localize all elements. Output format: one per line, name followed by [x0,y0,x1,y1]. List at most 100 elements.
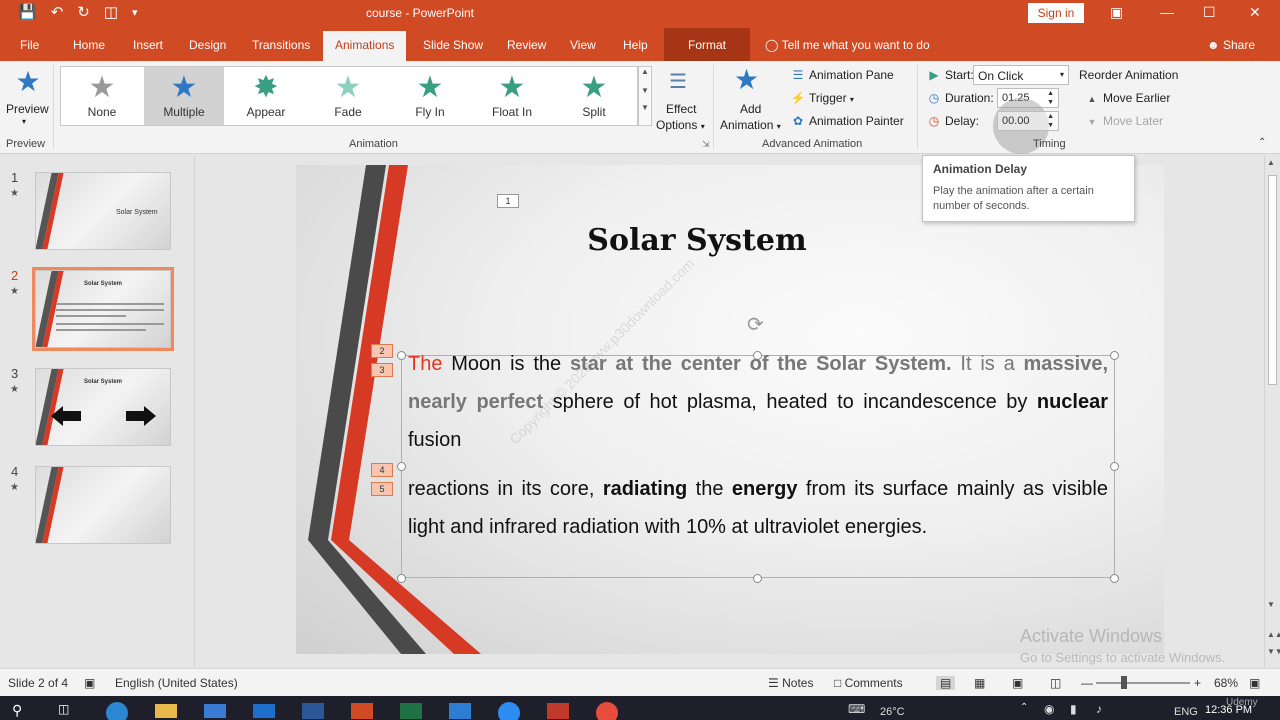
powerpoint-icon[interactable] [351,703,373,719]
resize-handle[interactable] [397,351,406,360]
animation-tag[interactable]: 2 [371,344,393,358]
rotate-handle-icon[interactable]: ⟳ [747,312,764,337]
effect-options-icon[interactable]: ☰ [669,69,687,94]
minimize-icon[interactable]: — [1160,4,1174,20]
tab-help[interactable]: Help [623,38,648,52]
tab-format[interactable]: Format [664,28,751,61]
previous-slide-icon[interactable]: ▲▲ [1267,630,1280,639]
next-slide-icon[interactable]: ▼▼ [1267,647,1280,656]
slide-show-view-icon[interactable]: ◫ [1050,676,1061,690]
animation-multiple[interactable]: ★ Multiple [144,67,224,125]
resize-handle[interactable] [753,574,762,583]
add-animation-button[interactable]: Animation ▾ [720,118,781,132]
tab-transitions[interactable]: Transitions [252,38,310,52]
notes-button[interactable]: ☰ Notes [768,676,813,690]
gallery-up-icon[interactable]: ▲ [639,67,651,76]
resize-handle[interactable] [1110,462,1119,471]
tab-slide-show[interactable]: Slide Show [423,38,483,52]
ribbon-display-icon[interactable]: ▣ [1110,4,1123,21]
tell-me-search[interactable]: ◯ Tell me what you want to do [765,38,930,52]
scroll-thumb[interactable] [1268,175,1277,385]
input-language[interactable]: ENG [1174,706,1198,718]
tray-chevron-icon[interactable]: ⌃ [1020,702,1042,720]
search-icon[interactable]: ⚲ [12,702,34,720]
mail-icon[interactable] [253,704,275,718]
preview-button[interactable]: ★ [10,67,46,97]
tab-file[interactable]: File [20,38,39,52]
task-view-icon[interactable]: ◫ [58,702,80,720]
slide-sorter-icon[interactable]: ▦ [974,676,985,690]
animation-fade[interactable]: ★ Fade [308,67,388,125]
effect-options-button[interactable]: Options ▾ [656,118,705,132]
animation-painter-button[interactable]: ✿ Animation Painter [790,114,904,128]
comments-button[interactable]: □ Comments [834,676,903,690]
paragraph-1[interactable]: The Moon is the star at the center of th… [408,345,1108,459]
delay-spinner[interactable]: 00.00 ▲ ▼ [997,111,1059,131]
add-animation-star-icon[interactable]: ★ [734,65,759,95]
normal-view-icon[interactable]: ▤ [936,676,956,690]
dialog-launcher-icon[interactable]: ⇲ [702,139,710,150]
app-icon[interactable] [449,703,471,719]
collapse-ribbon-icon[interactable]: ⌃ [1258,137,1266,148]
scroll-down-icon[interactable]: ▼ [1267,600,1275,609]
zoom-out-icon[interactable]: — [1081,676,1093,690]
add-animation-label1[interactable]: Add [740,102,761,116]
effect-options-label1[interactable]: Effect [666,102,696,116]
start-dropdown[interactable]: On Click ▾ [973,65,1069,85]
gallery-down-icon[interactable]: ▼ [639,86,651,95]
slide-thumbnail-3[interactable]: Solar System [35,368,171,446]
scroll-up-icon[interactable]: ▲ [1267,158,1275,167]
file-explorer-icon[interactable] [155,704,177,718]
maximize-icon[interactable]: ☐ [1203,4,1216,21]
tab-design[interactable]: Design [189,38,226,52]
preview-dropdown-icon[interactable]: ▾ [22,117,26,126]
slide-thumbnail-2[interactable]: Solar System [32,267,174,351]
record-icon[interactable] [596,702,618,720]
share-button[interactable]: ☻ Share [1207,38,1255,52]
acrobat-icon[interactable] [547,703,569,719]
tab-view[interactable]: View [570,38,596,52]
tab-insert[interactable]: Insert [133,38,163,52]
animation-tag[interactable]: 1 [497,194,519,208]
animation-tag[interactable]: 3 [371,363,393,377]
animation-tag[interactable]: 4 [371,463,393,477]
accessibility-icon[interactable]: ▣ [84,676,95,690]
animation-split[interactable]: ★ Split [554,67,634,125]
resize-handle[interactable] [1110,574,1119,583]
zoom-icon[interactable] [498,702,520,720]
excel-icon[interactable] [400,703,422,719]
paragraph-2[interactable]: reactions in its core, radiating the ene… [408,470,1108,546]
zoom-level[interactable]: 68% [1214,676,1238,690]
animation-none[interactable]: ★ None [62,67,142,125]
sign-in-button[interactable]: Sign in [1028,3,1084,23]
gallery-scroll[interactable]: ▲ ▼ ▼ [638,66,652,126]
slide-thumbnail-4[interactable] [35,466,171,544]
tab-review[interactable]: Review [507,38,546,52]
tab-home[interactable]: Home [73,38,105,52]
animation-pane-button[interactable]: ☰ Animation Pane [790,68,894,82]
battery-icon[interactable]: ▮ [1070,702,1092,720]
resize-handle[interactable] [1110,351,1119,360]
store-icon[interactable] [204,704,226,718]
move-earlier-button[interactable]: ▲ Move Earlier [1084,91,1171,105]
weather-temp[interactable]: 26°C [880,706,905,718]
tab-animations[interactable]: Animations [323,31,407,61]
close-icon[interactable]: ✕ [1249,4,1261,21]
fit-to-window-icon[interactable]: ▣ [1249,676,1260,690]
zoom-in-icon[interactable]: + [1194,676,1201,690]
edge-icon[interactable] [106,702,128,720]
zoom-slider-thumb[interactable] [1121,676,1127,689]
animation-tag[interactable]: 5 [371,482,393,496]
preview-label[interactable]: Preview [6,102,49,116]
slide-title[interactable]: Solar System [566,223,828,258]
keyboard-icon[interactable]: ⌨ [848,702,870,720]
zoom-slider[interactable] [1096,682,1190,684]
trigger-button[interactable]: ⚡ Trigger ▾ [790,91,854,105]
spin-arrows-icon[interactable]: ▲ ▼ [1047,89,1054,107]
language-status[interactable]: English (United States) [115,676,238,690]
slide-thumbnail-1[interactable]: Solar System [35,172,171,250]
resize-handle[interactable] [397,574,406,583]
move-later-button[interactable]: ▼ Move Later [1084,114,1164,128]
word-icon[interactable] [302,703,324,719]
vertical-scrollbar[interactable]: ▲ ▼ ▲▲ ▼▼ [1264,155,1280,667]
